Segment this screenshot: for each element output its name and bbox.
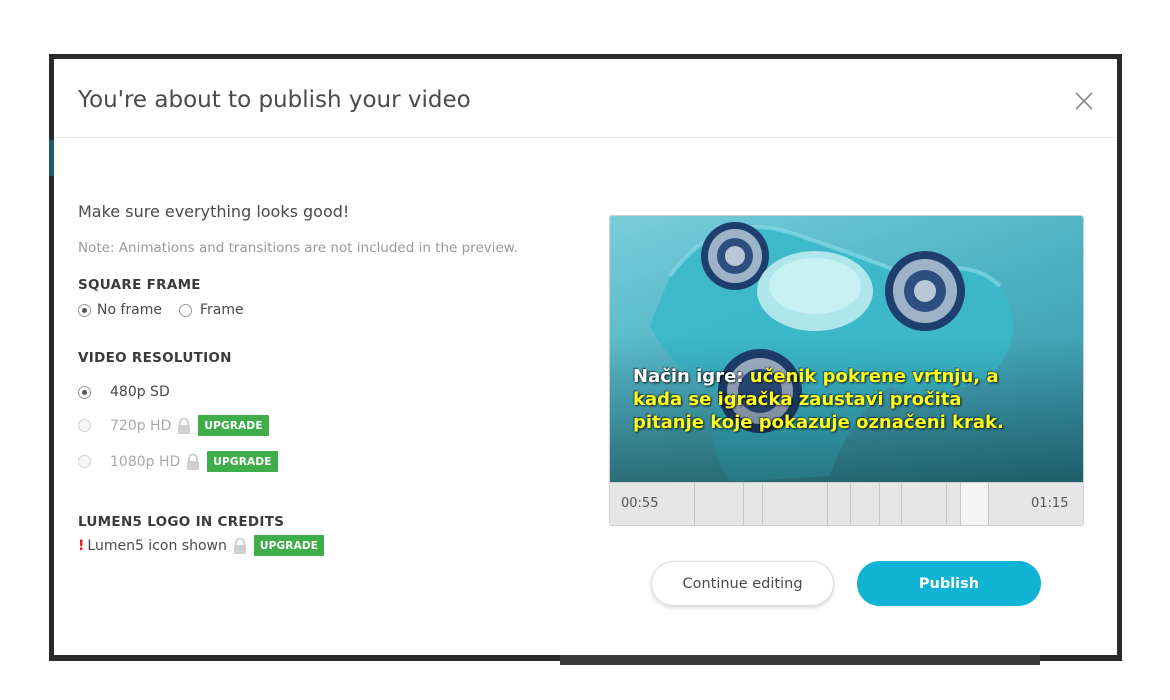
resolution-label: 1080p HD <box>110 453 181 470</box>
timeline-segment <box>946 483 947 525</box>
resolution-1080p: 1080p HD UPGRADE <box>78 451 278 472</box>
timeline-segment <box>743 483 744 525</box>
timeline-playhead-region <box>960 483 988 525</box>
intro-text: Make sure everything looks good! <box>78 202 350 221</box>
modal-title: You're about to publish your video <box>78 87 471 113</box>
radio-button[interactable] <box>78 385 91 399</box>
timeline-segment <box>827 483 828 525</box>
modal-header: You're about to publish your video <box>54 59 1117 138</box>
caption-heading: Način igre: <box>633 366 750 387</box>
preview-note: Note: Animations and transitions are not… <box>78 240 518 256</box>
square-frame-title: SQUARE FRAME <box>78 277 201 293</box>
video-frame[interactable]: Način igre: učenik pokrene vrtnju, a kad… <box>610 216 1083 482</box>
close-button[interactable] <box>1072 89 1096 113</box>
radio-label: Frame <box>200 302 244 318</box>
video-resolution-title: VIDEO RESOLUTION <box>78 350 232 366</box>
upgrade-badge[interactable]: UPGRADE <box>207 451 278 472</box>
timeline-segment <box>762 483 763 525</box>
lock-icon <box>187 453 200 470</box>
publish-modal: You're about to publish your video Make … <box>54 59 1117 655</box>
timeline-segment <box>694 483 695 525</box>
radio-button <box>78 419 91 432</box>
warning-icon: ! <box>78 537 85 554</box>
upgrade-badge[interactable]: UPGRADE <box>253 535 325 556</box>
square-frame-options: No frame Frame <box>78 302 244 318</box>
resolution-720p: 720p HD UPGRADE <box>78 415 269 436</box>
timeline-segment <box>901 483 902 525</box>
publish-button[interactable]: Publish <box>857 561 1041 606</box>
radio-frame[interactable]: Frame <box>179 302 244 318</box>
radio-button[interactable] <box>179 303 193 317</box>
video-timeline[interactable]: 00:55 01:15 <box>610 482 1083 525</box>
resolution-480p[interactable]: 480p SD <box>78 384 170 400</box>
continue-editing-button[interactable]: Continue editing <box>651 561 834 606</box>
logo-credits-title: LUMEN5 LOGO IN CREDITS <box>78 514 285 530</box>
timeline-segment <box>988 483 989 525</box>
lock-icon <box>233 537 246 554</box>
resolution-label: 480p SD <box>110 384 170 400</box>
logo-credits-label: Lumen5 icon shown <box>87 537 227 554</box>
close-icon <box>1075 92 1093 110</box>
fidget-spinner-image <box>610 216 1083 482</box>
lock-icon <box>178 417 191 434</box>
radio-label: No frame <box>97 302 163 318</box>
upgrade-badge[interactable]: UPGRADE <box>198 415 269 436</box>
timeline-segment <box>960 483 961 525</box>
resolution-label: 720p HD <box>110 417 172 434</box>
radio-no-frame[interactable]: No frame <box>78 302 162 318</box>
timeline-start-time: 00:55 <box>621 496 659 511</box>
radio-button[interactable] <box>78 303 91 317</box>
timeline-segment <box>879 483 880 525</box>
video-caption: Način igre: učenik pokrene vrtnju, a kad… <box>633 365 1033 434</box>
timeline-end-time: 01:15 <box>1031 496 1069 511</box>
radio-button <box>78 455 91 468</box>
video-preview: Način igre: učenik pokrene vrtnju, a kad… <box>609 215 1084 526</box>
logo-credits-row: ! Lumen5 icon shown UPGRADE <box>78 535 325 556</box>
timeline-segment <box>850 483 851 525</box>
